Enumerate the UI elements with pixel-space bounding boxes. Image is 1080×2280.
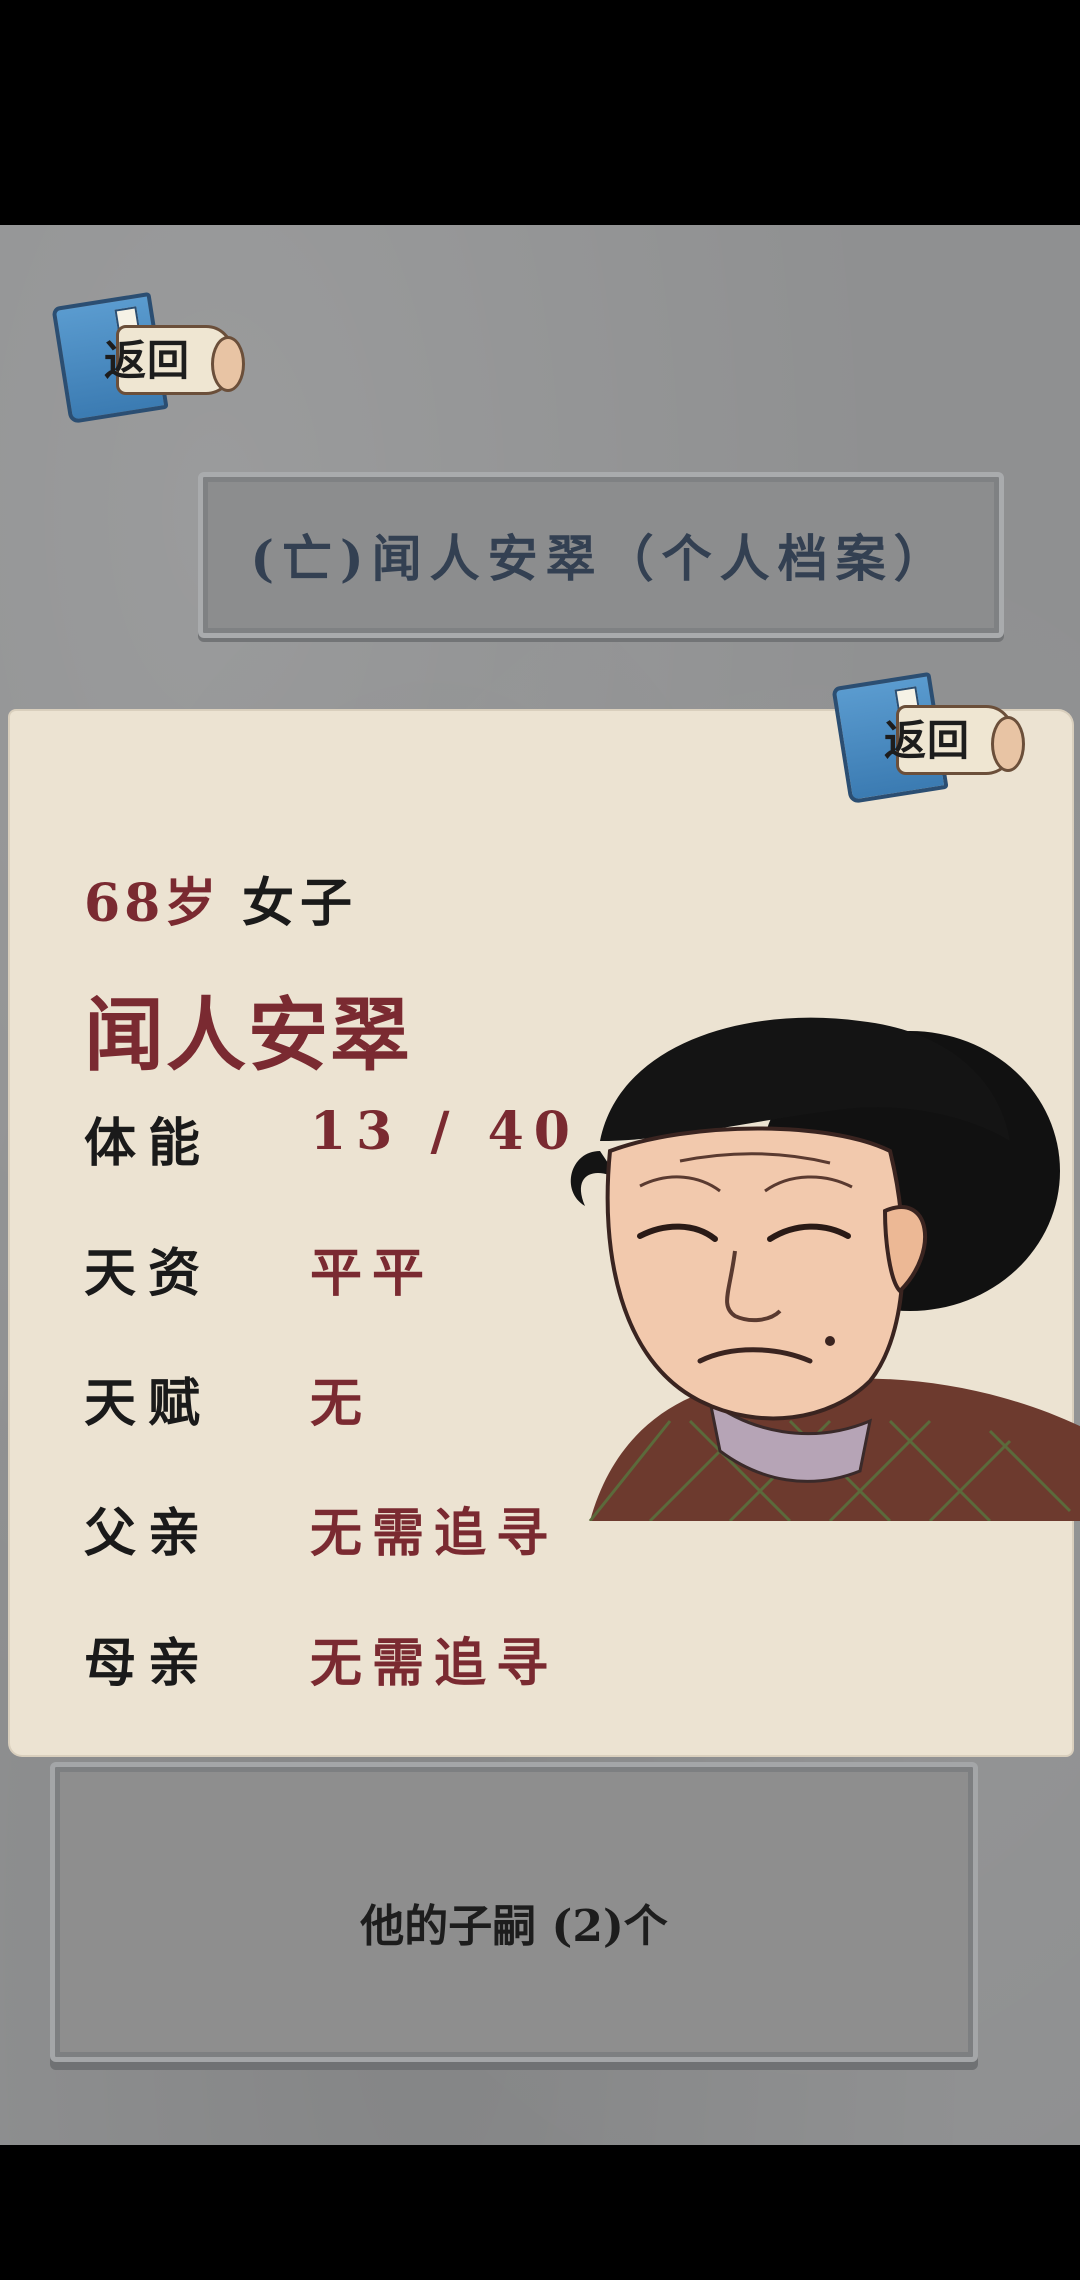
card-back-button-label: 返回 (884, 716, 971, 765)
stat-label-mother: 母亲 (84, 1633, 213, 1694)
back-button[interactable]: 返回 (51, 291, 245, 425)
stat-label-stamina: 体能 (84, 1113, 213, 1174)
sex-text: 女子 (242, 873, 359, 934)
stat-value-talent: 无 (310, 1373, 373, 1434)
profile-card: 返回 68岁 女子 闻人安翠 体能 13 / 40 天资 平平 天赋 无 父亲 … (10, 671, 1080, 1755)
top-black-bar (0, 0, 1080, 225)
stat-value-mother: 无需追寻 (310, 1633, 559, 1694)
children-panel[interactable]: 他的子嗣 (2)个 (50, 1762, 978, 2062)
stat-label-aptitude: 天资 (84, 1243, 213, 1304)
age-text: 68岁 (84, 873, 221, 934)
back-button-label: 返回 (104, 336, 191, 385)
stat-label-talent: 天赋 (84, 1373, 213, 1434)
stat-label-father: 父亲 (84, 1503, 213, 1564)
mole-shape (825, 1336, 835, 1346)
face-shape (605, 1126, 906, 1421)
character-name: 闻人安翠 (84, 988, 412, 1082)
page-title: (亡)闻人安翠（个人档案） (250, 529, 952, 588)
character-portrait (570, 1017, 1080, 1521)
children-count-label: 他的子嗣 (2)个 (360, 1901, 668, 1952)
bottom-black-bar (0, 2145, 1080, 2280)
stat-value-aptitude: 平平 (310, 1243, 435, 1304)
stat-value-father: 无需追寻 (310, 1503, 559, 1564)
title-plaque: (亡)闻人安翠（个人档案） (198, 472, 1004, 638)
card-back-button[interactable]: 返回 (831, 671, 1025, 805)
game-stage: 返回 (亡)闻人安翠（个人档案） 返回 68岁 女子 闻人安翠 体能 13 / … (0, 225, 1080, 2145)
